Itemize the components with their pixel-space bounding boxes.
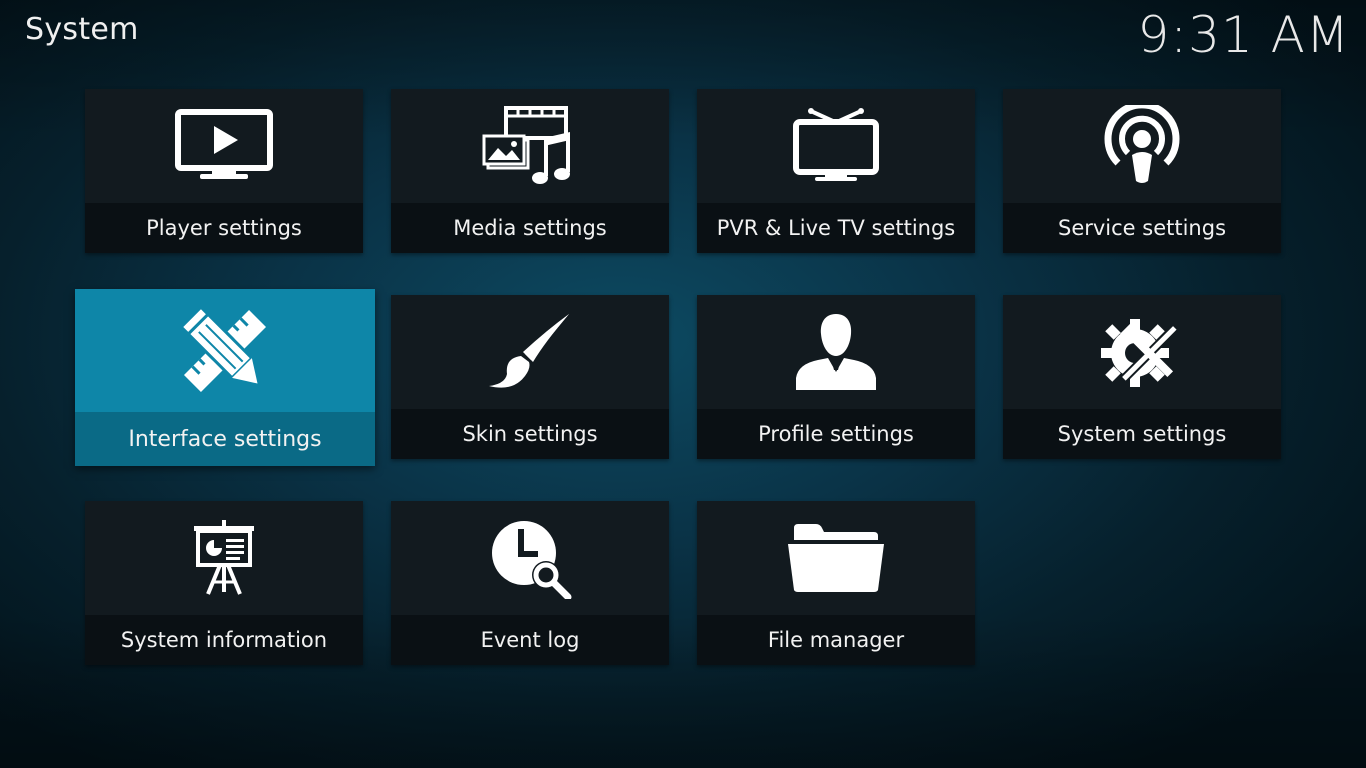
tile-label: Interface settings bbox=[75, 412, 375, 466]
tv-play-icon bbox=[174, 108, 274, 184]
paintbrush-icon bbox=[485, 312, 575, 392]
live-tv-icon bbox=[791, 108, 881, 184]
tile-label: System information bbox=[85, 615, 363, 665]
gear-tools-icon bbox=[1099, 311, 1185, 393]
presentation-icon bbox=[192, 520, 256, 596]
tile-interface-settings[interactable]: Interface settings bbox=[75, 289, 375, 466]
broadcast-icon bbox=[1102, 105, 1182, 187]
tile-label: Media settings bbox=[391, 203, 669, 253]
page-title: System bbox=[25, 12, 139, 47]
pencil-ruler-icon bbox=[180, 308, 270, 393]
tile-label: System settings bbox=[1003, 409, 1281, 459]
tile-pvr-live-tv-settings[interactable]: PVR & Live TV settings bbox=[697, 89, 975, 253]
tile-label: PVR & Live TV settings bbox=[697, 203, 975, 253]
tile-player-settings[interactable]: Player settings bbox=[85, 89, 363, 253]
tile-label: Player settings bbox=[85, 203, 363, 253]
profile-icon bbox=[794, 312, 878, 392]
tile-file-manager[interactable]: File manager bbox=[697, 501, 975, 665]
tile-skin-settings[interactable]: Skin settings bbox=[391, 295, 669, 459]
tile-label: Profile settings bbox=[697, 409, 975, 459]
tile-profile-settings[interactable]: Profile settings bbox=[697, 295, 975, 459]
tile-label: File manager bbox=[697, 615, 975, 665]
tile-event-log[interactable]: Event log bbox=[391, 501, 669, 665]
media-icon bbox=[480, 106, 580, 186]
tile-label: Event log bbox=[391, 615, 669, 665]
tile-service-settings[interactable]: Service settings bbox=[1003, 89, 1281, 253]
tile-label: Skin settings bbox=[391, 409, 669, 459]
tile-system-settings[interactable]: System settings bbox=[1003, 295, 1281, 459]
clock-search-icon bbox=[488, 517, 572, 599]
folder-icon bbox=[786, 522, 886, 594]
tile-label: Service settings bbox=[1003, 203, 1281, 253]
tile-system-information[interactable]: System information bbox=[85, 501, 363, 665]
tile-media-settings[interactable]: Media settings bbox=[391, 89, 669, 253]
clock: 9:31 AM bbox=[1137, 6, 1350, 64]
